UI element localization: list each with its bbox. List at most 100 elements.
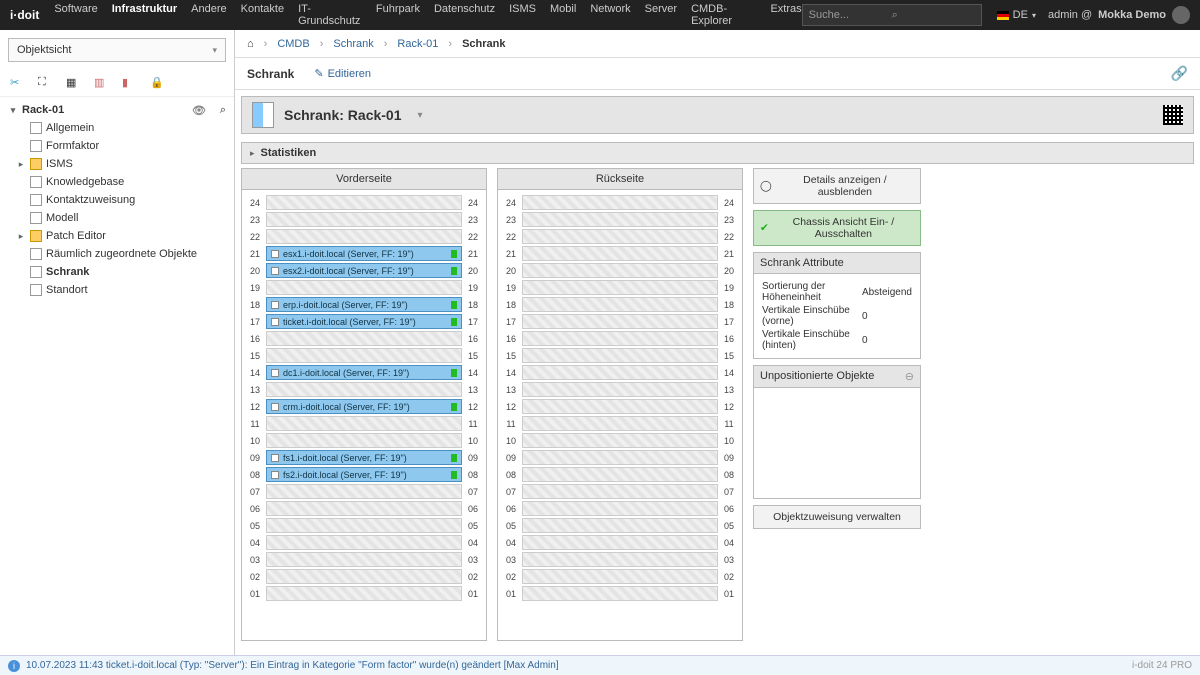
- nav-extras[interactable]: Extras: [770, 3, 801, 27]
- crumb[interactable]: CMDB: [277, 38, 309, 50]
- rack-slot-empty[interactable]: [522, 569, 718, 584]
- rack-slot-empty[interactable]: [522, 263, 718, 278]
- tree-item[interactable]: Allgemein: [0, 119, 234, 137]
- rack-device[interactable]: erp.i-doit.local (Server, FF: 19"): [266, 297, 462, 312]
- nav-fuhrpark[interactable]: Fuhrpark: [376, 3, 420, 27]
- home-icon[interactable]: ⌂: [247, 38, 254, 50]
- chevron-down-icon[interactable]: ▾: [418, 110, 423, 121]
- tree-root[interactable]: ▾ Rack-01 👁 ⌕: [0, 101, 234, 119]
- rack-slot-empty[interactable]: [266, 484, 462, 499]
- book-icon[interactable]: ▥: [94, 76, 108, 90]
- search-input[interactable]: Suche... ⌕: [802, 4, 982, 26]
- tool-icon[interactable]: ✂: [10, 76, 24, 90]
- rack-slot-empty[interactable]: [522, 297, 718, 312]
- tree-item[interactable]: ▸ISMS: [0, 155, 234, 173]
- link-icon[interactable]: 🔗: [1171, 65, 1188, 82]
- eye-icon[interactable]: 👁: [192, 104, 206, 117]
- lock-icon[interactable]: 🔒: [150, 76, 164, 90]
- rack-slot-empty[interactable]: [522, 314, 718, 329]
- user-menu[interactable]: admin @ Mokka Demo: [1048, 6, 1190, 24]
- rack-slot-empty[interactable]: [266, 518, 462, 533]
- rack-slot-empty[interactable]: [266, 195, 462, 210]
- rack-slot-empty[interactable]: [522, 586, 718, 601]
- assign-button[interactable]: Objektzuweisung verwalten: [753, 505, 921, 529]
- rack-slot-empty[interactable]: [522, 518, 718, 533]
- rack-slot-empty[interactable]: [266, 433, 462, 448]
- rack-slot-empty[interactable]: [522, 484, 718, 499]
- nav-software[interactable]: Software: [54, 3, 97, 27]
- nav-server[interactable]: Server: [645, 3, 677, 27]
- rack-slot-empty[interactable]: [266, 229, 462, 244]
- lang-selector[interactable]: DE ▾: [997, 9, 1036, 21]
- rack-device[interactable]: esx2.i-doit.local (Server, FF: 19"): [266, 263, 462, 278]
- nav-isms[interactable]: ISMS: [509, 3, 536, 27]
- search-icon[interactable]: ⌕: [220, 104, 226, 117]
- crumb[interactable]: Rack-01: [397, 38, 438, 50]
- calendar-icon[interactable]: ▦: [66, 76, 80, 90]
- rack-slot-empty[interactable]: [522, 501, 718, 516]
- qr-icon[interactable]: [1163, 105, 1183, 125]
- nav-mobil[interactable]: Mobil: [550, 3, 576, 27]
- rack-slot-empty[interactable]: [522, 467, 718, 482]
- tree-item[interactable]: Schrank: [0, 263, 234, 281]
- rack-slot-empty[interactable]: [522, 535, 718, 550]
- rack-slot-empty[interactable]: [266, 552, 462, 567]
- details-button[interactable]: ◯ Details anzeigen / ausblenden: [753, 168, 921, 204]
- chassis-button[interactable]: ✔ Chassis Ansicht Ein- / Ausschalten: [753, 210, 921, 246]
- rack-slot-empty[interactable]: [522, 348, 718, 363]
- expand-icon[interactable]: ▸: [16, 231, 26, 242]
- nav-cmdb-explorer[interactable]: CMDB-Explorer: [691, 3, 756, 27]
- rack-slot-empty[interactable]: [266, 348, 462, 363]
- rack-device[interactable]: ticket.i-doit.local (Server, FF: 19"): [266, 314, 462, 329]
- rack-slot-empty[interactable]: [522, 382, 718, 397]
- rack-slot-empty[interactable]: [522, 229, 718, 244]
- rack-device[interactable]: esx1.i-doit.local (Server, FF: 19"): [266, 246, 462, 261]
- rack-slot-empty[interactable]: [522, 416, 718, 431]
- rack-slot-empty[interactable]: [266, 501, 462, 516]
- nav-network[interactable]: Network: [590, 3, 630, 27]
- stats-toggle[interactable]: ▸ Statistiken: [241, 142, 1194, 164]
- nav-infrastruktur[interactable]: Infrastruktur: [112, 3, 177, 27]
- nav-kontakte[interactable]: Kontakte: [241, 3, 284, 27]
- rack-slot-empty[interactable]: [266, 586, 462, 601]
- rack-slot-empty[interactable]: [266, 382, 462, 397]
- chart-icon[interactable]: ▮: [122, 76, 136, 90]
- rack-slot-empty[interactable]: [522, 246, 718, 261]
- tree-item[interactable]: Formfaktor: [0, 137, 234, 155]
- rack-slot-empty[interactable]: [522, 552, 718, 567]
- tree-item[interactable]: Knowledgebase: [0, 173, 234, 191]
- nav-datenschutz[interactable]: Datenschutz: [434, 3, 495, 27]
- rack-slot-empty[interactable]: [266, 569, 462, 584]
- nav-andere[interactable]: Andere: [191, 3, 226, 27]
- rack-slot-empty[interactable]: [522, 212, 718, 227]
- collapse-icon[interactable]: ▾: [8, 105, 18, 116]
- rack-slot-empty[interactable]: [522, 450, 718, 465]
- expand-icon[interactable]: ⛶: [38, 76, 52, 90]
- rack-slot-empty[interactable]: [522, 195, 718, 210]
- rack-slot-empty[interactable]: [266, 331, 462, 346]
- tree-item[interactable]: Räumlich zugeordnete Objekte: [0, 245, 234, 263]
- view-select[interactable]: Objektsicht ▾: [8, 38, 226, 62]
- rack-slot-empty[interactable]: [522, 365, 718, 380]
- collapse-icon[interactable]: ⊖: [905, 370, 914, 383]
- rack-device[interactable]: fs1.i-doit.local (Server, FF: 19"): [266, 450, 462, 465]
- expand-icon[interactable]: ▸: [16, 159, 26, 170]
- crumb[interactable]: Schrank: [333, 38, 373, 50]
- rack-device[interactable]: crm.i-doit.local (Server, FF: 19"): [266, 399, 462, 414]
- nav-it-grundschutz[interactable]: IT-Grundschutz: [298, 3, 362, 27]
- rack-slot-empty[interactable]: [266, 416, 462, 431]
- rack-device[interactable]: fs2.i-doit.local (Server, FF: 19"): [266, 467, 462, 482]
- rack-slot-empty[interactable]: [522, 399, 718, 414]
- rack-slot-empty[interactable]: [266, 212, 462, 227]
- tree-item[interactable]: Modell: [0, 209, 234, 227]
- tree-item[interactable]: Kontaktzuweisung: [0, 191, 234, 209]
- rack-device[interactable]: dc1.i-doit.local (Server, FF: 19"): [266, 365, 462, 380]
- tree-item[interactable]: ▸Patch Editor: [0, 227, 234, 245]
- tree-item[interactable]: Standort: [0, 281, 234, 299]
- rack-slot-empty[interactable]: [522, 280, 718, 295]
- rack-slot-empty[interactable]: [266, 535, 462, 550]
- rack-slot-empty[interactable]: [266, 280, 462, 295]
- edit-button[interactable]: ✎ Editieren: [314, 67, 371, 80]
- rack-slot-empty[interactable]: [522, 331, 718, 346]
- rack-slot-empty[interactable]: [522, 433, 718, 448]
